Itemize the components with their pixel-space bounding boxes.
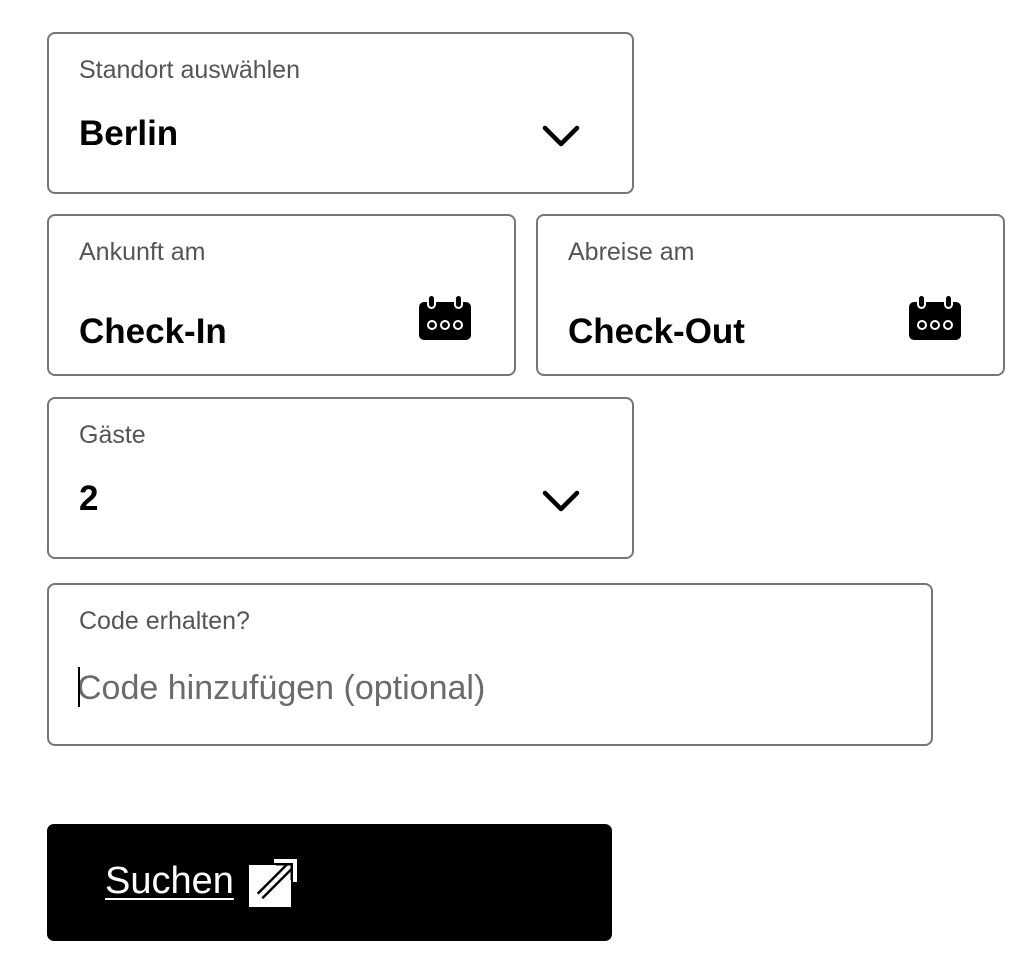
search-button-label: Suchen	[105, 860, 234, 902]
chevron-down-icon	[542, 490, 580, 512]
guests-value: 2	[79, 479, 99, 518]
promo-code-label: Code erhalten?	[79, 607, 250, 635]
promo-code-field: Code erhalten?	[47, 583, 933, 746]
calendar-icon	[909, 294, 961, 340]
chevron-down-icon	[542, 125, 580, 147]
external-link-icon	[249, 856, 300, 907]
location-select[interactable]: Standort auswählen Berlin	[47, 32, 634, 194]
promo-code-input[interactable]	[77, 663, 877, 713]
guests-select[interactable]: Gäste 2	[47, 397, 634, 559]
guests-label: Gäste	[79, 421, 146, 449]
location-value: Berlin	[79, 114, 179, 153]
checkout-date-field[interactable]: Abreise am Check-Out	[536, 214, 1005, 376]
location-label: Standort auswählen	[79, 56, 300, 84]
checkin-value: Check-In	[79, 312, 227, 351]
search-button[interactable]: Suchen	[47, 824, 612, 941]
text-caret	[78, 667, 80, 707]
calendar-icon	[419, 294, 471, 340]
checkout-label: Abreise am	[568, 238, 695, 266]
checkin-date-field[interactable]: Ankunft am Check-In	[47, 214, 516, 376]
checkout-value: Check-Out	[568, 312, 745, 351]
checkin-label: Ankunft am	[79, 238, 206, 266]
